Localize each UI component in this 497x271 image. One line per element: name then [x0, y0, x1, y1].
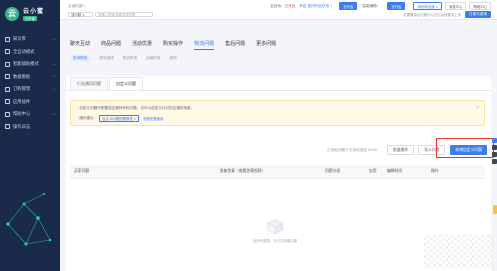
app-name: 云小蜜	[23, 9, 45, 15]
tab-product[interactable]: 商品问题	[101, 40, 121, 50]
qrcode-icon[interactable]	[492, 152, 497, 157]
subtab-choose[interactable]: 物流选择	[99, 56, 113, 62]
col-group: 问题分组	[325, 169, 341, 173]
cart-icon	[5, 86, 10, 92]
plugin-icon	[5, 99, 10, 105]
help-icon	[5, 111, 10, 117]
batch-operation-button[interactable]: 批量操作	[387, 145, 415, 155]
tab-promotion[interactable]: 活动优惠	[132, 40, 152, 50]
question-count: 已添加问题 0 已添加回答 0/100	[327, 147, 378, 152]
help-center-button[interactable]: 帮助中心	[469, 2, 491, 10]
robot-icon	[5, 49, 10, 55]
log-icon	[5, 124, 10, 130]
chevron-up-icon: ^	[53, 61, 55, 67]
category-tabs: 聊天互动 商品问题 活动优惠 购买操作 物流问题 售后问题 更多问题	[70, 40, 287, 50]
col-answer: 答复答案（查看答案规则）	[219, 169, 266, 173]
logo-icon: 云	[5, 6, 19, 21]
sidebar-item-help[interactable]: 帮助中心 ^	[0, 108, 60, 121]
notice-banner: · 自定义问题可配置您店铺特有的问题，也可以自定义针对您店铺的场景。 · 操作建…	[70, 100, 485, 126]
table-header: 买家问题 答复答案（查看答案规则） 问题分组 启用 编辑时间 操作	[70, 165, 485, 179]
auto-status-link[interactable]: 开启 如何开启状态 >	[299, 4, 332, 9]
filter-select[interactable]: 请问题 ∨	[68, 11, 93, 18]
app-badge: 已开通	[23, 16, 37, 21]
sidebar-item-knowledge[interactable]: 知识库 ^	[0, 33, 60, 46]
sidebar-item-dashboard[interactable]: 数据看板 ^	[0, 71, 60, 84]
sidebar-item-auto-mode[interactable]: 全自动模式	[0, 46, 60, 59]
tab-purchase[interactable]: 购买操作	[163, 40, 183, 50]
sidebar-item-plugins[interactable]: 应用插件	[0, 96, 60, 109]
subtab-timing[interactable]: 运输时效	[146, 56, 160, 62]
col-enabled: 启用	[369, 169, 377, 173]
pattern-decoration	[424, 234, 494, 268]
empty-state: 还未有数据，可点击新增问题	[250, 215, 300, 243]
message-center-button[interactable]: 消息中心	[444, 2, 467, 10]
chat-icon[interactable]	[492, 138, 497, 143]
tutorial-dropdown[interactable]: 自定义问题配置教程 ∨	[99, 114, 140, 122]
chevron-up-icon: ^	[53, 74, 55, 80]
sidebar-item-assist-mode[interactable]: 智能辅助模式 ^	[0, 58, 60, 71]
empty-box-icon	[266, 218, 284, 235]
tab-custom-questions[interactable]: 自定义问题	[109, 77, 143, 90]
subscribe-button[interactable]: 订阅与咨询	[465, 11, 491, 18]
tab-after-sales[interactable]: 售后问题	[225, 40, 245, 50]
shop-select[interactable]: 请切换店铺 ∨	[413, 2, 442, 10]
auto-status-value: 已开启	[284, 3, 296, 8]
chevron-up-icon: ^	[53, 36, 55, 42]
top-icon[interactable]	[492, 159, 497, 164]
col-actions: 操作	[431, 169, 439, 173]
highlight-annotation	[436, 138, 494, 158]
tab-chat[interactable]: 聊天互动	[70, 40, 90, 50]
tab-logistics[interactable]: 物流问题	[194, 40, 215, 50]
top-bar: 店铺机器人 全自动：已开启 开启 如何开启状态 > 去开启 智能辅助： 去开启 …	[60, 0, 497, 20]
auto-status: 全自动：已开启	[270, 3, 296, 8]
close-icon[interactable]: ×	[476, 105, 479, 111]
notice-link[interactable]: 查看完整使用	[143, 116, 163, 121]
col-buyer-question: 买家问题	[74, 169, 90, 173]
breadcrumb[interactable]: 店铺机器人	[68, 4, 86, 9]
sidebar-nav: 知识库 ^ 全自动模式 智能辅助模式 ^ 数据看板 ^ 订购管理 ^ 应用插件 帮助中心…	[0, 33, 60, 133]
enable-assist-button[interactable]: 去开启	[387, 2, 406, 10]
topbar-hint: 如需要添加问题可以在后台按要求上传	[403, 13, 462, 17]
app-logo: 云 云小蜜 已开通	[0, 0, 60, 25]
subtab-other[interactable]: 其他	[170, 56, 177, 62]
assist-icon	[5, 61, 10, 67]
sub-tabs: 查询物流 物流选择 物流异常 运输时效 其他	[70, 55, 186, 62]
assist-status-label: 智能辅助：	[362, 3, 381, 8]
feedback-tab[interactable]	[493, 205, 497, 214]
chevron-up-icon: ^	[53, 86, 55, 92]
chevron-up-icon: ^	[53, 111, 55, 117]
chart-icon	[5, 74, 10, 80]
tab-more[interactable]: 更多问题	[256, 40, 276, 50]
notice-text: · 自定义问题可配置您店铺特有的问题，也可以自定义针对您店铺的场景。	[77, 106, 195, 110]
enable-auto-button[interactable]: 去开启	[339, 2, 358, 10]
phone-icon[interactable]	[492, 145, 497, 150]
book-icon	[5, 36, 10, 42]
search-input[interactable]: 请输入搜索关键词或问题	[95, 11, 153, 18]
network-decoration-icon	[6, 193, 52, 246]
question-type-tabs: 行业通用问题 自定义问题	[66, 76, 491, 91]
main-area: 店铺机器人 全自动：已开启 开启 如何开启状态 > 去开启 智能辅助： 去开启 …	[60, 0, 497, 271]
col-edit-time: 编辑时间	[387, 169, 403, 173]
subtab-exception[interactable]: 物流异常	[123, 56, 137, 62]
subtab-track[interactable]: 查询物流	[70, 55, 91, 62]
notice-prefix: · 操作建议：	[77, 115, 98, 120]
floating-tools	[492, 138, 497, 166]
sidebar: 云 云小蜜 已开通 知识库 ^ 全自动模式 智能辅助模式 ^ 数据看板 ^ 订购管理 ^…	[0, 0, 60, 271]
tab-industry-questions[interactable]: 行业通用问题	[70, 77, 108, 90]
empty-text: 还未有数据，可点击新增问题	[252, 239, 298, 243]
sidebar-item-logs[interactable]: 操作日志	[0, 121, 60, 134]
sidebar-item-orders[interactable]: 订购管理 ^	[0, 83, 60, 96]
